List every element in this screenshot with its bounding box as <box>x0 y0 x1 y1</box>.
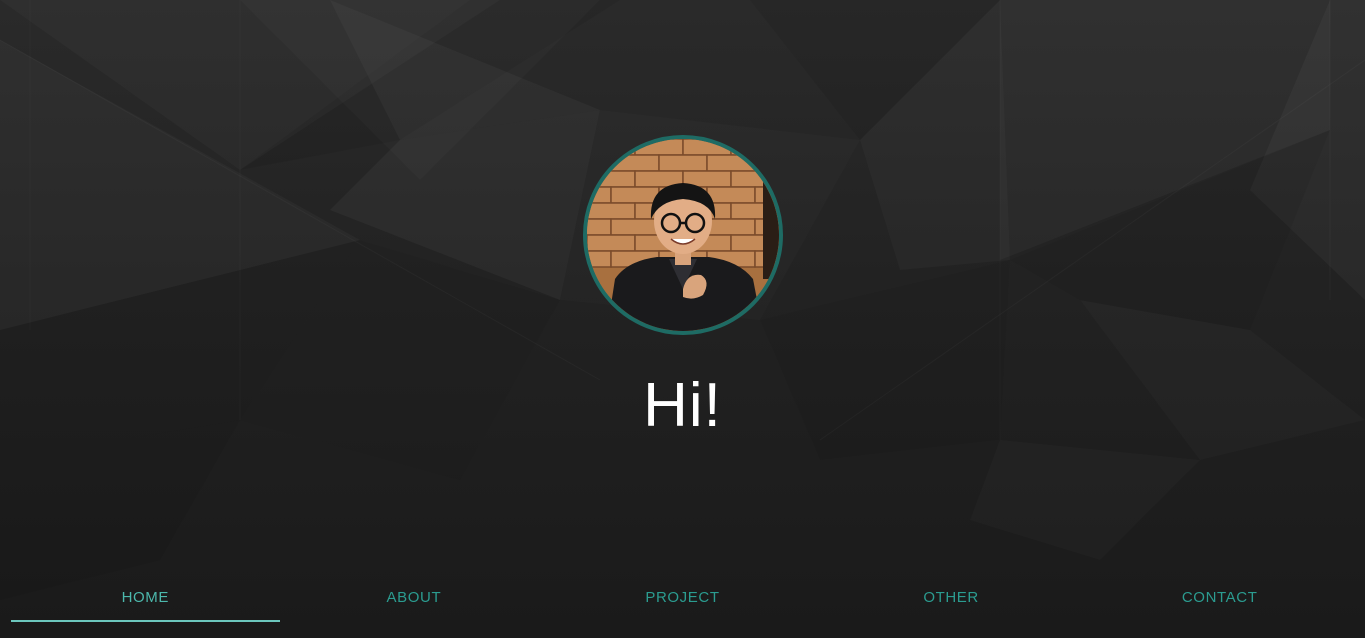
page-background: Hi! HOME ABOUT PROJECT OTHER CONTACT <box>0 0 1365 638</box>
nav-item-label: OTHER <box>923 589 979 606</box>
nav-item-other[interactable]: OTHER <box>817 578 1086 622</box>
nav-item-home[interactable]: HOME <box>11 578 280 622</box>
nav-item-label: ABOUT <box>386 589 442 606</box>
active-tab-indicator <box>11 620 280 622</box>
main-navigation: HOME ABOUT PROJECT OTHER CONTACT <box>11 578 1354 622</box>
profile-photo-icon <box>587 139 779 331</box>
avatar <box>583 135 783 335</box>
nav-item-label: CONTACT <box>1181 589 1258 606</box>
nav-item-contact[interactable]: CONTACT <box>1085 578 1354 622</box>
hero-section: Hi! <box>0 0 1365 560</box>
greeting-heading: Hi! <box>643 371 722 440</box>
nav-item-label: HOME <box>121 589 169 606</box>
nav-item-project[interactable]: PROJECT <box>548 578 817 622</box>
nav-item-label: PROJECT <box>645 589 720 606</box>
nav-item-about[interactable]: ABOUT <box>280 578 549 622</box>
